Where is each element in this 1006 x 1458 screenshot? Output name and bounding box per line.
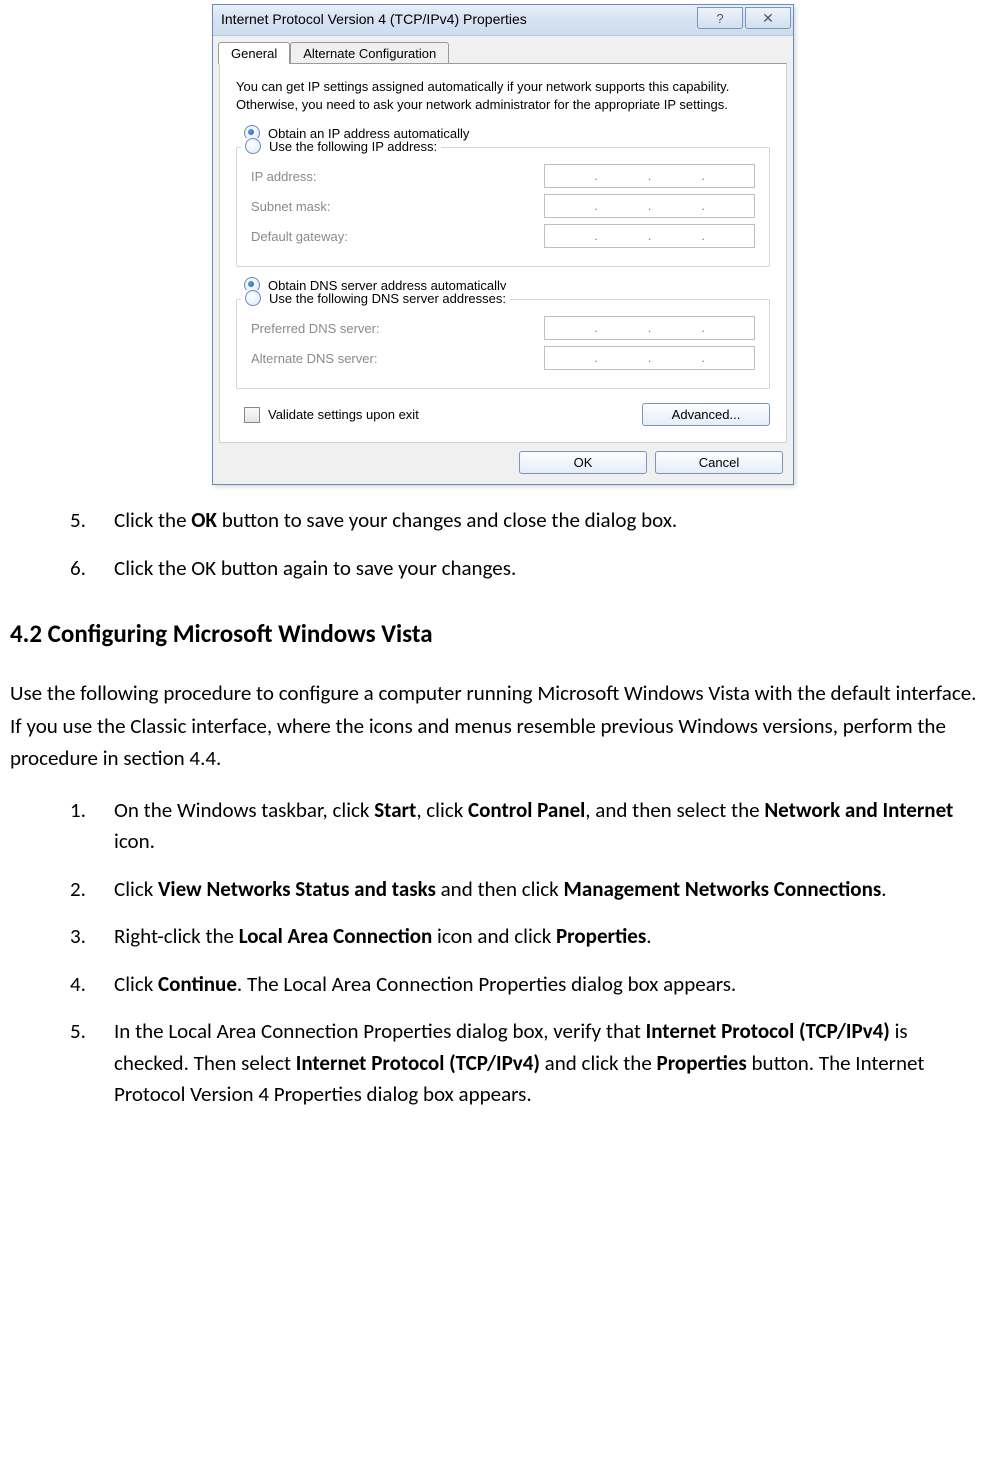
step-number: 6. — [70, 553, 94, 585]
step-text: In the Local Area Connection Properties … — [114, 1016, 976, 1111]
instruction-step: 5.In the Local Area Connection Propertie… — [70, 1016, 976, 1111]
tab-general[interactable]: General — [218, 42, 290, 64]
help-button[interactable]: ? — [697, 7, 743, 29]
tab-strip: General Alternate Configuration — [218, 42, 787, 64]
description-text: You can get IP settings assigned automat… — [236, 78, 770, 113]
ip-address-label: IP address: — [251, 169, 317, 184]
tcpip-properties-dialog: Internet Protocol Version 4 (TCP/IPv4) P… — [212, 4, 794, 485]
checkbox-label: Validate settings upon exit — [268, 407, 419, 422]
alternate-dns-label: Alternate DNS server: — [251, 351, 377, 366]
step-number: 1. — [70, 795, 94, 858]
instruction-step: 1. On the Windows taskbar, click Start, c… — [70, 795, 976, 858]
instruction-step: 5. Click the OK button to save your chang… — [70, 505, 976, 537]
instruction-step: 3. Right-click the Local Area Connection … — [70, 921, 976, 953]
cancel-button[interactable]: Cancel — [655, 451, 783, 474]
step-number: 4. — [70, 969, 94, 1001]
section-heading: 4.2 Configuring Microsoft Windows Vista — [10, 618, 996, 649]
tab-alternate-configuration[interactable]: Alternate Configuration — [290, 42, 449, 64]
instruction-list-continued: 5. Click the OK button to save your chang… — [10, 505, 996, 584]
radio-use-following-ip[interactable]: Use the following IP address: — [241, 138, 441, 154]
dialog-screenshot: Internet Protocol Version 4 (TCP/IPv4) P… — [10, 0, 996, 505]
preferred-dns-input[interactable]: ... — [544, 316, 755, 340]
step-number: 5. — [70, 1016, 94, 1111]
dns-manual-fieldset: Use the following DNS server addresses: … — [236, 299, 770, 389]
instruction-step: 2. Click View Networks Status and tasks a… — [70, 874, 976, 906]
subnet-mask-label: Subnet mask: — [251, 199, 331, 214]
titlebar: Internet Protocol Version 4 (TCP/IPv4) P… — [213, 5, 793, 36]
radio-label: Use the following IP address: — [269, 139, 437, 154]
step-text: Click the OK button again to save your c… — [114, 553, 976, 585]
subnet-mask-input[interactable]: ... — [544, 194, 755, 218]
instruction-list: 1. On the Windows taskbar, click Start, c… — [10, 795, 996, 1111]
radio-icon — [245, 138, 261, 154]
window-controls: ? ✕ — [695, 5, 793, 35]
step-number: 5. — [70, 505, 94, 537]
step-number: 3. — [70, 921, 94, 953]
validate-settings-checkbox[interactable]: Validate settings upon exit — [244, 407, 419, 423]
radio-label: Use the following DNS server addresses: — [269, 291, 506, 306]
section-intro: Use the following procedure to configure… — [10, 677, 986, 775]
default-gateway-label: Default gateway: — [251, 229, 348, 244]
radio-icon — [245, 290, 261, 306]
preferred-dns-label: Preferred DNS server: — [251, 321, 380, 336]
dialog-footer: OK Cancel — [213, 443, 793, 484]
close-button[interactable]: ✕ — [745, 7, 791, 29]
step-number: 2. — [70, 874, 94, 906]
ip-manual-fieldset: Use the following IP address: IP address… — [236, 147, 770, 267]
default-gateway-input[interactable]: ... — [544, 224, 755, 248]
ok-button[interactable]: OK — [519, 451, 647, 474]
advanced-button[interactable]: Advanced... — [642, 403, 770, 426]
step-text: Click Continue. The Local Area Connectio… — [114, 969, 976, 1001]
checkbox-icon — [244, 407, 260, 423]
tab-general-content: You can get IP settings assigned automat… — [219, 63, 787, 443]
step-text: Click the OK button to save your changes… — [114, 505, 976, 537]
window-title: Internet Protocol Version 4 (TCP/IPv4) P… — [213, 5, 535, 35]
alternate-dns-input[interactable]: ... — [544, 346, 755, 370]
step-text: Click View Networks Status and tasks and… — [114, 874, 976, 906]
instruction-step: 6. Click the OK button again to save your… — [70, 553, 976, 585]
ip-address-input[interactable]: ... — [544, 164, 755, 188]
step-text: Right-click the Local Area Connection ic… — [114, 921, 976, 953]
step-text: On the Windows taskbar, click Start, cli… — [114, 795, 976, 858]
radio-use-following-dns[interactable]: Use the following DNS server addresses: — [241, 290, 510, 306]
instruction-step: 4. Click Continue. The Local Area Connect… — [70, 969, 976, 1001]
